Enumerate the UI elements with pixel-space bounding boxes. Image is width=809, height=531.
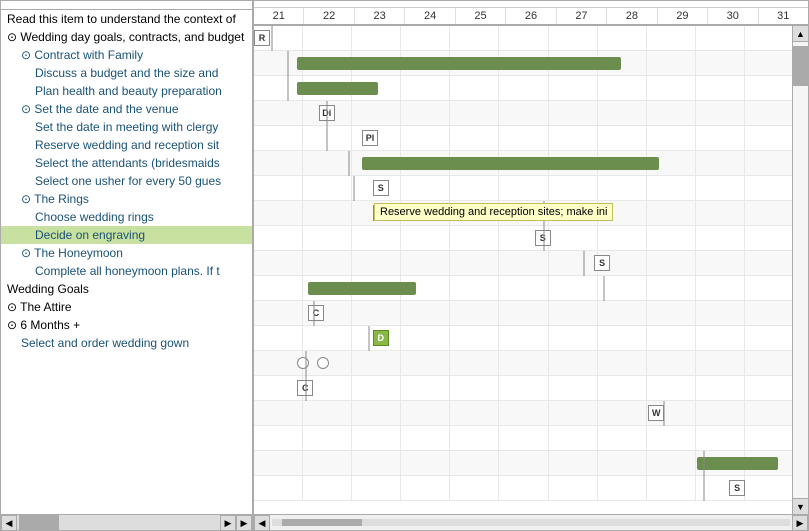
gantt-row-0: R bbox=[254, 26, 792, 51]
gantt-row-16 bbox=[254, 426, 792, 451]
tree-content[interactable]: Read this item to understand the context… bbox=[1, 10, 252, 514]
gantt-row-3: Di bbox=[254, 101, 792, 126]
gantt-row-13 bbox=[254, 351, 792, 376]
tree-item-10[interactable]: ⊙ The Rings bbox=[1, 190, 252, 208]
gantt-cell-S-row-9[interactable]: S bbox=[594, 255, 610, 271]
day-cell-23: 23 bbox=[355, 8, 405, 24]
gantt-row-10 bbox=[254, 276, 792, 301]
tree-item-5[interactable]: ⊙ Set the date and the venue bbox=[1, 100, 252, 118]
gantt-row-5 bbox=[254, 151, 792, 176]
tree-item-4[interactable]: Plan health and beauty preparation bbox=[1, 82, 252, 100]
gantt-scroll-right-btn[interactable]: ▶ bbox=[792, 515, 808, 530]
day-cell-30: 30 bbox=[708, 8, 758, 24]
gantt-cell-S-row-6[interactable]: S bbox=[373, 180, 389, 196]
day-cell-21: 21 bbox=[254, 8, 304, 24]
tree-item-16[interactable]: ⊙ The Attire bbox=[1, 298, 252, 316]
gantt-row-17 bbox=[254, 451, 792, 476]
tree-item-11[interactable]: Choose wedding rings bbox=[1, 208, 252, 226]
gantt-cell-R-row-0[interactable]: R bbox=[254, 30, 270, 46]
gantt-row-12: D bbox=[254, 326, 792, 351]
gantt-footer: ◀ ▶ bbox=[254, 514, 808, 530]
gantt-row-6: S bbox=[254, 176, 792, 201]
gantt-cell-filled-row-12[interactable]: D bbox=[373, 330, 389, 346]
gantt-row-2 bbox=[254, 76, 792, 101]
left-header bbox=[1, 1, 252, 10]
day-cell-26: 26 bbox=[506, 8, 556, 24]
month-label bbox=[254, 1, 808, 8]
tree-item-3[interactable]: Discuss a budget and the size and bbox=[1, 64, 252, 82]
gantt-row-7: SReserve wedding and reception sites; ma… bbox=[254, 201, 792, 226]
gantt-row-1 bbox=[254, 51, 792, 76]
day-cell-25: 25 bbox=[456, 8, 506, 24]
tree-item-2[interactable]: ⊙ Contract with Family bbox=[1, 46, 252, 64]
tree-item-8[interactable]: Select the attendants (bridesmaids bbox=[1, 154, 252, 172]
v-scroll-track[interactable] bbox=[793, 42, 808, 498]
gantt-bar-row-5[interactable] bbox=[362, 157, 659, 170]
gantt-row-8: S bbox=[254, 226, 792, 251]
gantt-row-15: W bbox=[254, 401, 792, 426]
gantt-h-scroll-track[interactable] bbox=[272, 519, 790, 526]
v-scroll-thumb[interactable] bbox=[793, 46, 808, 86]
tree-item-7[interactable]: Reserve wedding and reception sit bbox=[1, 136, 252, 154]
day-row: 2122232425262728293031 bbox=[254, 8, 808, 25]
scroll-right-btn[interactable]: ▶ bbox=[220, 515, 236, 531]
tree-item-1[interactable]: ⊙ Wedding day goals, contracts, and budg… bbox=[1, 28, 252, 46]
main-container: Read this item to understand the context… bbox=[0, 0, 809, 531]
tree-item-17[interactable]: ⊙ 6 Months + bbox=[1, 316, 252, 334]
gantt-cell-S-row-18[interactable]: S bbox=[729, 480, 745, 496]
gantt-cell-C-row-11[interactable]: C bbox=[308, 305, 324, 321]
gantt-cell-S-row-8[interactable]: S bbox=[535, 230, 551, 246]
day-cell-22: 22 bbox=[304, 8, 354, 24]
gantt-row-9: S bbox=[254, 251, 792, 276]
gantt-bar-row-1[interactable] bbox=[297, 57, 621, 70]
gantt-h-scroll-thumb[interactable] bbox=[282, 519, 362, 526]
scroll-down-btn[interactable]: ▼ bbox=[793, 498, 808, 514]
day-cell-31: 31 bbox=[759, 8, 808, 24]
tree-item-12[interactable]: Decide on engraving bbox=[1, 226, 252, 244]
left-panel: Read this item to understand the context… bbox=[1, 1, 254, 530]
h-scroll-thumb-left[interactable] bbox=[19, 515, 59, 530]
gantt-tooltip: Reserve wedding and reception sites; mak… bbox=[374, 203, 613, 221]
day-cell-29: 29 bbox=[658, 8, 708, 24]
gantt-cell-C-row-14[interactable]: C bbox=[297, 380, 313, 396]
tree-item-14[interactable]: Complete all honeymoon plans. If t bbox=[1, 262, 252, 280]
day-cell-27: 27 bbox=[557, 8, 607, 24]
gantt-row-4: Pl bbox=[254, 126, 792, 151]
vertical-scrollbar[interactable]: ▲ ▼ bbox=[792, 26, 808, 514]
gantt-scroll-left-btn[interactable]: ◀ bbox=[254, 515, 270, 530]
gantt-cell-Pl-row-4[interactable]: Pl bbox=[362, 130, 378, 146]
day-cell-24: 24 bbox=[405, 8, 455, 24]
expand-btn[interactable]: ▶ bbox=[236, 515, 252, 531]
gantt-bar-row-17[interactable] bbox=[697, 457, 778, 470]
tree-item-0[interactable]: Read this item to understand the context… bbox=[1, 10, 252, 28]
gantt-row-18: S bbox=[254, 476, 792, 501]
tree-item-9[interactable]: Select one usher for every 50 gues bbox=[1, 172, 252, 190]
gantt-bar-row-10[interactable] bbox=[308, 282, 416, 295]
scroll-up-btn[interactable]: ▲ bbox=[793, 26, 808, 42]
gantt-bar-row-2[interactable] bbox=[297, 82, 378, 95]
tree-item-13[interactable]: ⊙ The Honeymoon bbox=[1, 244, 252, 262]
gantt-row-11: C bbox=[254, 301, 792, 326]
right-panel: 2122232425262728293031 RDiPlSSReserve we… bbox=[254, 1, 808, 530]
gantt-header: 2122232425262728293031 bbox=[254, 1, 808, 26]
tree-item-18[interactable]: Select and order wedding gown bbox=[1, 334, 252, 352]
gantt-cell-Di-row-3[interactable]: Di bbox=[319, 105, 335, 121]
gantt-body: RDiPlSSReserve wedding and reception sit… bbox=[254, 26, 792, 514]
tree-item-6[interactable]: Set the date in meeting with clergy bbox=[1, 118, 252, 136]
h-scroll-track-left[interactable] bbox=[17, 515, 220, 530]
day-cell-28: 28 bbox=[607, 8, 657, 24]
tree-item-15[interactable]: Wedding Goals bbox=[1, 280, 252, 298]
scroll-left-btn[interactable]: ◀ bbox=[1, 515, 17, 531]
gantt-row-14: C bbox=[254, 376, 792, 401]
gantt-cell-W-row-15[interactable]: W bbox=[648, 405, 664, 421]
